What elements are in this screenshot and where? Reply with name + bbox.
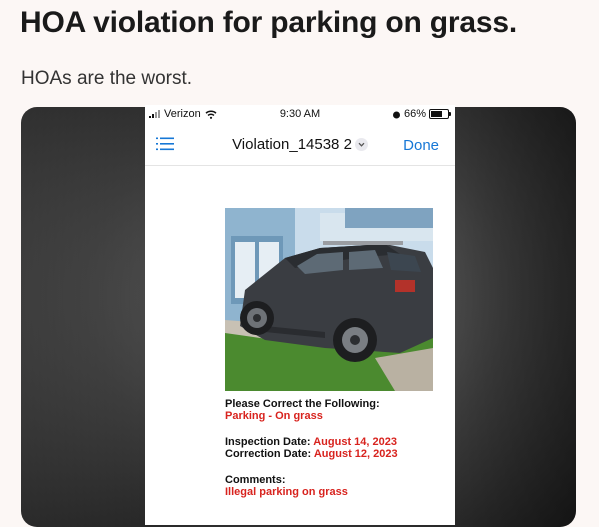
chevron-down-icon	[354, 137, 368, 151]
phone-screenshot: Verizon 9:30 AM 66% Violation_14538 2 Do…	[145, 105, 455, 525]
done-button[interactable]: Done	[403, 137, 439, 154]
inspection-label: Inspection Date:	[225, 436, 311, 448]
battery-icon	[429, 109, 451, 119]
correction-line: Correction Date: August 12, 2023	[225, 448, 398, 460]
document-nav-bar: Violation_14538 2 Done	[145, 125, 455, 166]
document-title: Violation_14538 2	[232, 136, 352, 153]
comments-value: Illegal parking on grass	[225, 486, 348, 498]
alarm-icon	[392, 111, 400, 118]
post-title: HOA violation for parking on grass.	[20, 6, 517, 39]
correct-heading: Please Correct the Following:	[225, 398, 380, 410]
inspection-line: Inspection Date: August 14, 2023	[225, 436, 397, 448]
correction-date: August 12, 2023	[313, 448, 398, 460]
inspection-date: August 14, 2023	[313, 436, 397, 448]
correction-label: Correction Date:	[225, 448, 312, 460]
vehicle-photo	[225, 208, 433, 391]
comments-label: Comments:	[225, 474, 286, 486]
post-subtitle: HOAs are the worst.	[21, 68, 193, 89]
battery-group: 66%	[392, 108, 451, 120]
battery-percent: 66%	[403, 108, 426, 120]
status-bar: Verizon 9:30 AM 66%	[145, 105, 455, 125]
violation-type: Parking - On grass	[225, 410, 323, 422]
